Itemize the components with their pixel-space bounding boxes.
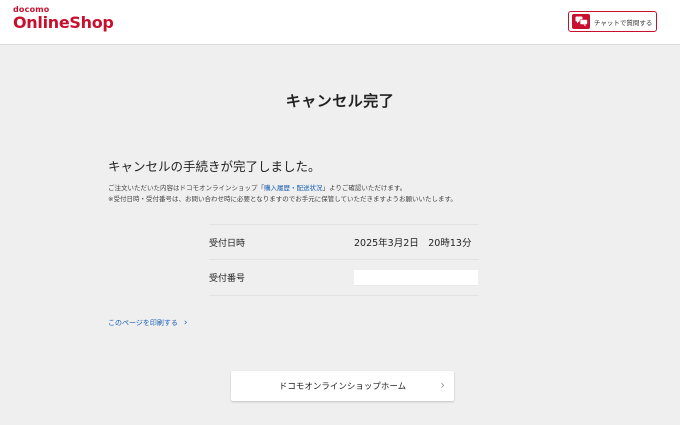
docomo-online-shop-logo[interactable]: docomo OnlineShop — [13, 6, 114, 31]
notice-line-1: ご注文いただいた内容はドコモオンラインショップ「購入履歴・配送状況」よりご確認い… — [108, 183, 457, 194]
reception-datetime-value: 2025年3月2日 20時13分 — [354, 238, 472, 249]
reception-datetime-label: 受付日時 — [209, 238, 246, 249]
chat-button-label: チャットで質問する — [594, 18, 653, 27]
reception-number-value — [354, 269, 478, 286]
chevron-right-icon: › — [440, 378, 445, 392]
notice-text: ご注文いただいた内容はドコモオンラインショップ「購入履歴・配送状況」よりご確認い… — [108, 183, 457, 205]
logo-onlineshop-text: OnlineShop — [13, 13, 114, 32]
purchase-history-link[interactable]: 購入履歴・配送状況 — [264, 184, 323, 192]
notice-line-1-after: 」よりご確認いただけます。 — [322, 184, 407, 192]
page-title: キャンセル完了 — [285, 92, 395, 110]
print-page-label: このページを印刷する — [108, 319, 178, 327]
chevron-right-icon: › — [183, 318, 188, 328]
completion-message: キャンセルの手続きが完了しました。 — [108, 159, 321, 174]
reception-number-row: 受付番号 — [209, 260, 479, 296]
home-button-label: ドコモオンラインショップホーム — [278, 382, 407, 392]
docomo-online-shop-home-button[interactable]: ドコモオンラインショップホーム › — [231, 371, 454, 401]
reception-number-label: 受付番号 — [209, 274, 246, 284]
print-page-link[interactable]: このページを印刷する › — [108, 318, 187, 328]
site-header: docomo OnlineShop チャットで質問する — [0, 0, 680, 45]
notice-line-1-before: ご注文いただいた内容はドコモオンラインショップ「 — [108, 184, 264, 192]
notice-line-2: ※受付日時・受付番号は、お問い合わせ時に必要となりますのでお手元に保管していただ… — [108, 195, 457, 203]
reception-datetime-row: 受付日時 2025年3月2日 20時13分 — [209, 224, 479, 260]
chat-bubbles-icon — [572, 14, 590, 29]
chat-question-button[interactable]: チャットで質問する — [568, 11, 657, 32]
